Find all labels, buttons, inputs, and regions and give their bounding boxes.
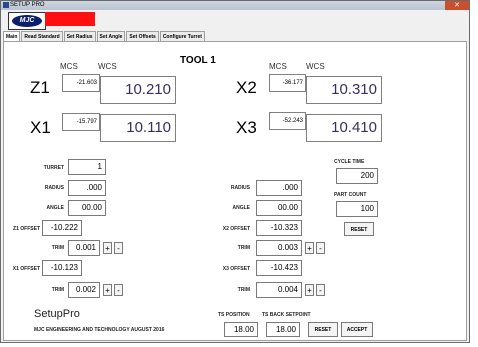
radius-field-right[interactable]: .000	[256, 180, 302, 196]
part-count-label: PART COUNT	[334, 192, 367, 198]
close-button[interactable]: ✕	[445, 1, 469, 10]
radius-label-left: RADIUS	[44, 185, 64, 191]
x2-offset-label: X2 OFFSET	[222, 226, 250, 232]
tab-read-standard[interactable]: Read Standard	[21, 31, 63, 41]
ts-back-setpoint-label: TS BACK SETPOINT	[262, 312, 311, 318]
ts-position-field: 18.00	[224, 322, 258, 337]
mcs-header-right: MCS	[269, 62, 287, 71]
tab-bar: Main Read Standard Set Radius Set Angle …	[3, 31, 206, 41]
angle-label-right: ANGLE	[232, 205, 251, 211]
wcs-header-left: WCS	[98, 62, 117, 71]
trim-label-3: TRIM	[237, 245, 250, 251]
trim-4-decrement-button[interactable]: -	[316, 284, 325, 296]
angle-field-left[interactable]: 00.00	[68, 200, 106, 216]
z1-offset-field[interactable]: -10.222	[42, 220, 82, 236]
trim-field-3[interactable]: 0.003	[256, 240, 302, 256]
setup-pro-window: SETUP PRO ✕ MJC Main Read Standard Set R…	[0, 0, 470, 343]
x1-offset-field[interactable]: -10.123	[42, 260, 82, 276]
ts-reset-button[interactable]: RESET	[308, 322, 338, 337]
x3-offset-field[interactable]: -10.423	[256, 260, 302, 276]
trim-label-1: TRIM	[51, 245, 64, 251]
x1-offset-label: X1 OFFSET	[12, 266, 40, 272]
close-icon: ✕	[454, 2, 460, 9]
trim-3-increment-button[interactable]: +	[305, 242, 314, 254]
wcs-header-right: WCS	[306, 62, 325, 71]
trim-3-decrement-button[interactable]: -	[316, 242, 325, 254]
part-count-field: 100	[336, 201, 378, 217]
x1-wcs-field: 10.110	[100, 114, 176, 142]
trim-label-4: TRIM	[237, 287, 250, 293]
mcs-header-left: MCS	[60, 62, 78, 71]
x3-offset-label: X3 OFFSET	[222, 266, 250, 272]
axis-label-x3: X3	[236, 118, 257, 137]
app-icon	[3, 2, 9, 8]
x3-wcs-field: 10.410	[306, 114, 382, 142]
cycle-time-label: CYCLE TIME	[334, 159, 365, 165]
tab-set-offsets[interactable]: Set Offsets	[126, 31, 159, 41]
x2-wcs-field: 10.310	[306, 76, 382, 104]
ts-back-setpoint-field[interactable]: 18.00	[266, 322, 300, 337]
ts-accept-button[interactable]: ACCEPT	[341, 322, 373, 337]
z1-wcs-field: 10.210	[100, 76, 176, 104]
trim-label-2: TRIM	[51, 287, 64, 293]
cycle-time-field: 200	[336, 168, 378, 184]
axis-label-x2: X2	[236, 78, 257, 97]
part-count-reset-button[interactable]: RESET	[344, 222, 374, 236]
trim-2-increment-button[interactable]: +	[103, 284, 112, 296]
turret-label: TURRET	[43, 165, 64, 171]
ts-position-label: TS POSITION	[218, 312, 250, 318]
angle-field-right[interactable]: 00.00	[256, 200, 302, 216]
trim-1-increment-button[interactable]: +	[103, 242, 112, 254]
x1-mcs-field: -15.797	[62, 113, 100, 131]
angle-label-left: ANGLE	[46, 205, 65, 211]
turret-field[interactable]: 1	[68, 159, 106, 175]
trim-field-2[interactable]: 0.002	[68, 282, 100, 298]
z1-mcs-field: -21.603	[62, 74, 100, 92]
x2-mcs-field: -36.177	[269, 74, 306, 92]
trim-1-decrement-button[interactable]: -	[114, 242, 123, 254]
trim-4-increment-button[interactable]: +	[305, 284, 314, 296]
tool-title: TOOL 1	[180, 55, 216, 66]
trim-field-1[interactable]: 0.001	[68, 240, 100, 256]
z1-offset-label: Z1 OFFSET	[13, 226, 40, 232]
tab-main[interactable]: Main	[3, 31, 21, 41]
axis-label-z1: Z1	[30, 78, 50, 97]
footer-app-title: SetupPro	[34, 308, 80, 320]
x2-offset-field[interactable]: -10.323	[256, 220, 302, 236]
mjc-logo: MJC	[8, 12, 46, 30]
tab-set-radius[interactable]: Set Radius	[63, 31, 96, 41]
main-panel: TOOL 1 MCS WCS MCS WCS Z1 -21.603 10.210…	[3, 41, 467, 341]
x3-mcs-field: -52.243	[269, 112, 306, 130]
radius-label-right: RADIUS	[230, 185, 250, 191]
radius-field-left[interactable]: .000	[68, 180, 106, 196]
title-bar: SETUP PRO ✕	[1, 1, 469, 10]
trim-field-4[interactable]: 0.004	[256, 282, 302, 298]
footer-subtitle: MJC ENGINEERING AND TECHNOLOGY AUGUST 20…	[34, 327, 165, 333]
tab-set-angle[interactable]: Set Angle	[96, 31, 126, 41]
status-indicator	[45, 12, 95, 26]
trim-2-decrement-button[interactable]: -	[114, 284, 123, 296]
mjc-logo-mark: MJC	[12, 15, 42, 27]
window-title: SETUP PRO	[10, 2, 45, 8]
axis-label-x1: X1	[30, 118, 51, 137]
tab-configure-turret[interactable]: Configure Turret	[159, 31, 205, 41]
